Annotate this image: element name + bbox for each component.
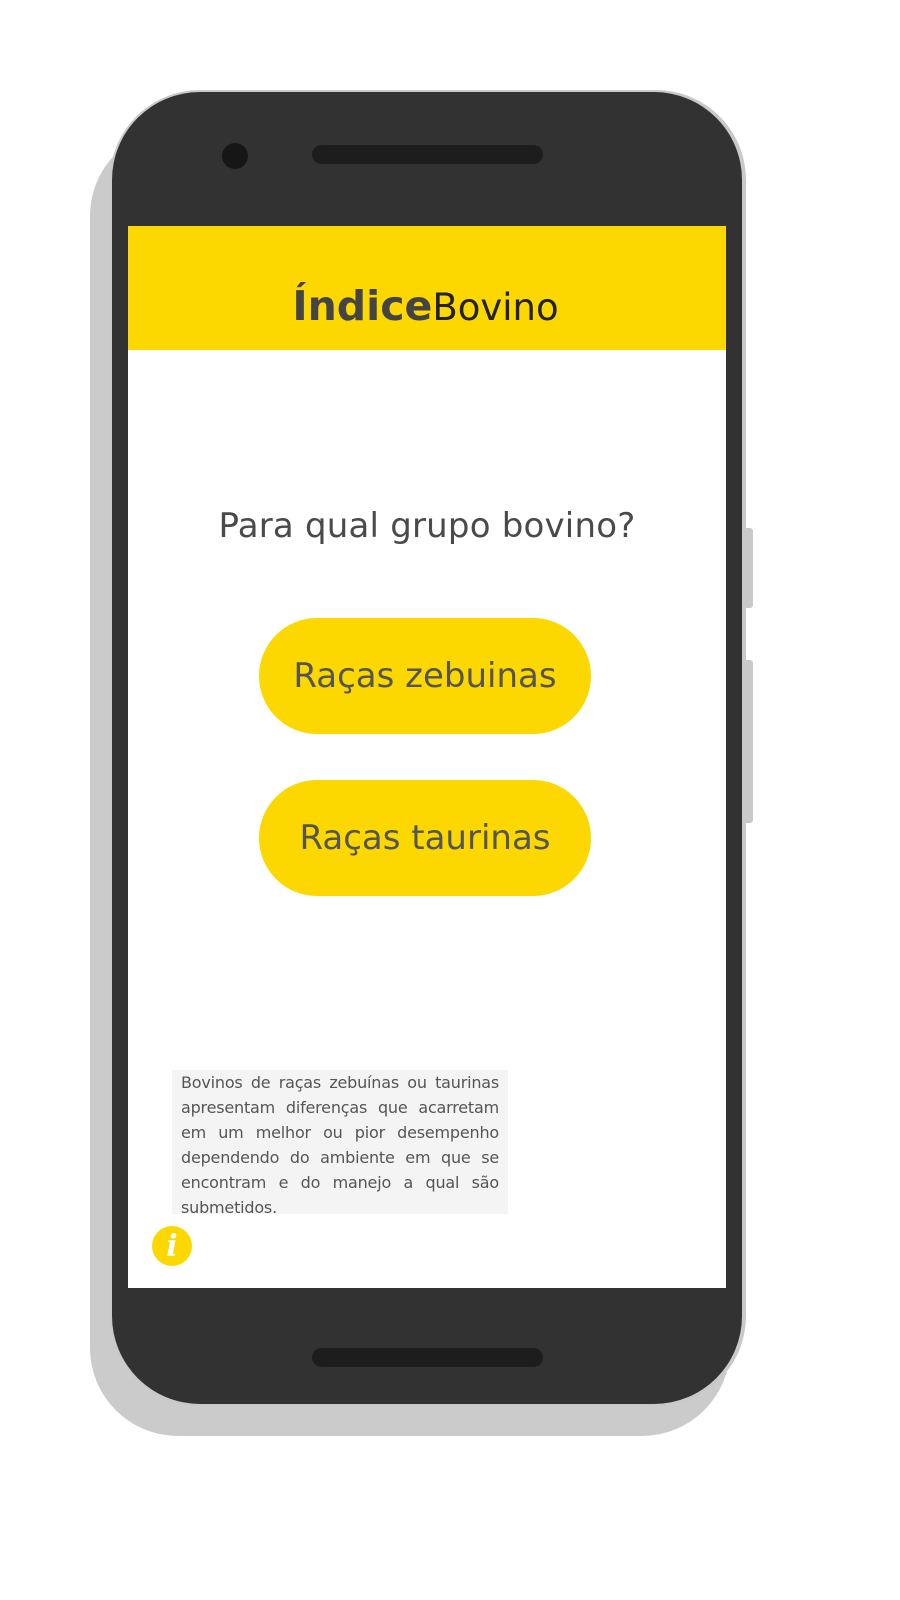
front-camera bbox=[222, 143, 248, 169]
earpiece-speaker bbox=[312, 145, 543, 164]
app-logo: ÍndiceBovino bbox=[128, 282, 726, 332]
info-description-box: Bovinos de raças zebuínas ou taurinas ap… bbox=[172, 1070, 508, 1217]
phone-volume-button bbox=[743, 660, 753, 823]
page-question: Para qual grupo bovino? bbox=[218, 506, 636, 546]
info-description-text: Bovinos de raças zebuínas ou taurinas ap… bbox=[181, 1073, 499, 1217]
logo-light-text: Bovino bbox=[432, 286, 559, 329]
info-icon[interactable]: i bbox=[152, 1226, 192, 1266]
taurine-breeds-button[interactable]: Raças taurinas bbox=[259, 780, 591, 896]
phone-screen: ÍndiceBovino Para qual grupo bovino? Raç… bbox=[128, 226, 726, 1288]
mockup-stage: ÍndiceBovino Para qual grupo bovino? Raç… bbox=[0, 0, 900, 1600]
app-header: ÍndiceBovino bbox=[128, 226, 726, 350]
logo-bold-text: Índice bbox=[292, 282, 433, 330]
bottom-speaker bbox=[312, 1348, 543, 1367]
phone-power-button bbox=[743, 528, 753, 608]
zebu-breeds-button[interactable]: Raças zebuinas bbox=[259, 618, 591, 734]
